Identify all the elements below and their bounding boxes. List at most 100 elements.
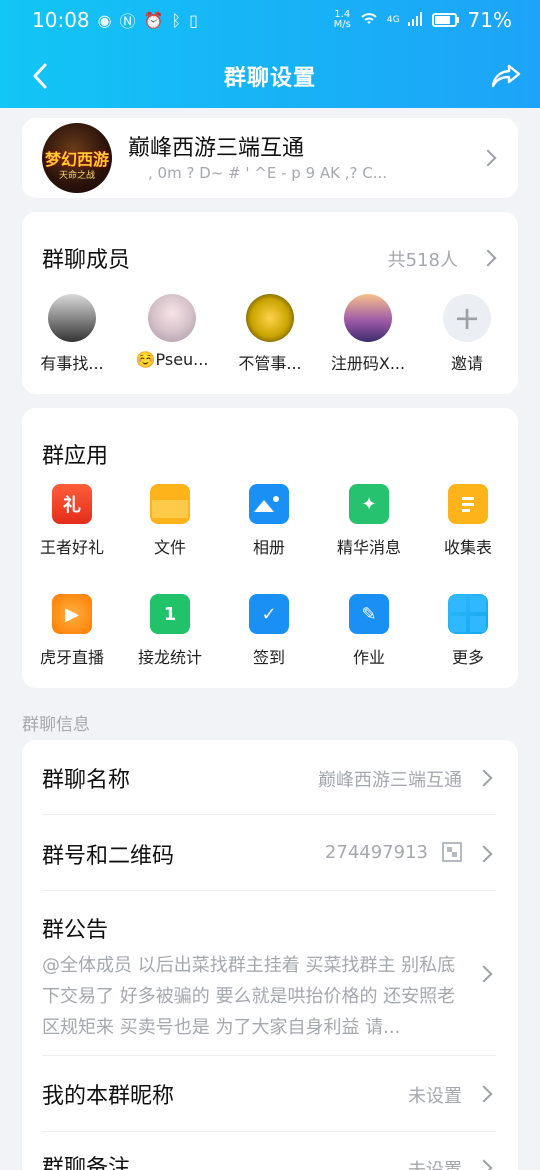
app-item[interactable]: 相册 xyxy=(219,484,319,558)
info-section-label: 群聊信息 xyxy=(22,715,90,735)
avatar xyxy=(148,294,196,342)
chevron-right-icon[interactable] xyxy=(479,249,497,267)
nfc-icon: Ⓝ xyxy=(119,12,136,31)
chevron-right-icon xyxy=(475,845,493,863)
divider xyxy=(42,890,496,891)
app-item[interactable]: 更多 xyxy=(418,594,518,668)
app-label: 接龙统计 xyxy=(137,648,202,667)
back-button[interactable] xyxy=(26,58,54,94)
row-group-name[interactable]: 群聊名称 巅峰西游三端互通 xyxy=(42,762,496,796)
page-title: 群聊设置 xyxy=(223,66,316,91)
row-value: 未设置 xyxy=(408,1086,462,1107)
app-label: 王者好礼 xyxy=(39,538,104,557)
checkin-icon: ✓ xyxy=(249,594,289,634)
row-value: 未设置 xyxy=(408,1156,462,1170)
more-icon xyxy=(448,594,488,634)
row-value: 巅峰西游三端互通 xyxy=(318,770,462,791)
row-label: 群聊名称 xyxy=(42,768,131,793)
member-name: 注册码X... xyxy=(330,354,406,373)
member-item[interactable]: 有事找... xyxy=(32,294,112,374)
chevron-right-icon xyxy=(475,769,493,787)
divider xyxy=(42,1055,496,1056)
app-item[interactable]: ✦ 精华消息 xyxy=(319,484,419,558)
group-profile-card[interactable]: 梦幻西游 天命之战 巅峰西游三端互通 , 0m ? D~ # ' ^E - p … xyxy=(22,118,518,198)
app-item[interactable]: 收集表 xyxy=(418,484,518,558)
app-item[interactable]: 1 接龙统计 xyxy=(120,594,220,668)
app-item[interactable]: ▶ 虎牙直播 xyxy=(22,594,122,668)
member-item[interactable]: ☺️Pseu... xyxy=(132,294,212,369)
members-count[interactable]: 共518人 xyxy=(388,246,458,272)
row-announcement[interactable]: 群公告 @全体成员 以后出菜找群主挂着 买菜找群主 别私底下交易了 好多被骗的 … xyxy=(42,912,496,1052)
folder-icon xyxy=(150,484,190,524)
app-label: 收集表 xyxy=(443,538,492,557)
wifi-icon xyxy=(359,10,379,30)
app-label: 文件 xyxy=(153,538,186,557)
chevron-right-icon xyxy=(479,149,497,167)
chain-icon: 1 xyxy=(150,594,190,634)
network-type: 4G xyxy=(386,15,400,25)
row-group-number[interactable]: 群号和二维码 274497913 xyxy=(42,838,496,872)
app-label: 更多 xyxy=(451,648,484,667)
row-label: 群公告 xyxy=(42,918,109,943)
member-item[interactable]: 不管事... xyxy=(230,294,310,374)
avatar-logo-sub: 天命之战 xyxy=(58,171,95,181)
chevron-right-icon xyxy=(475,965,493,983)
essence-icon: ✦ xyxy=(349,484,389,524)
battery-icon xyxy=(431,8,460,32)
members-title: 群聊成员 xyxy=(42,248,131,273)
top-bar: 10:08 ◉ Ⓝ ⏰ ᛒ ▯ 1.4 M/s 4G 71% 群聊设置 xyxy=(0,0,540,108)
row-label: 我的本群昵称 xyxy=(42,1084,175,1109)
speed-unit: M/s xyxy=(333,19,351,30)
row-label: 群聊备注 xyxy=(42,1156,131,1170)
qr-code-icon xyxy=(442,842,462,862)
invite-label: 邀请 xyxy=(450,354,483,373)
row-group-remark[interactable]: 群聊备注 未设置 xyxy=(42,1150,496,1170)
app-item[interactable]: 礼 王者好礼 xyxy=(22,484,122,558)
avatar xyxy=(344,294,392,342)
app-label: 作业 xyxy=(352,648,385,667)
member-name: 不管事... xyxy=(238,354,302,373)
app-label: 虎牙直播 xyxy=(39,648,104,667)
row-value: 274497913 xyxy=(324,842,428,863)
gift-icon: 礼 xyxy=(52,484,92,524)
group-apps-card: 群应用 礼 王者好礼 文件 相册 ✦ 精华消息 收集表 ▶ 虎牙直播 1 接龙统… xyxy=(22,408,518,688)
app-item[interactable]: ✓ 签到 xyxy=(219,594,319,668)
group-avatar: 梦幻西游 天命之战 xyxy=(42,123,112,193)
alarm-icon: ⏰ xyxy=(143,10,164,30)
group-description: , 0m ? D~ # ' ^E - p 9 AK ,? C... xyxy=(148,164,388,182)
share-icon xyxy=(491,64,521,88)
nav-bar: 群聊设置 xyxy=(0,54,540,98)
status-bar: 10:08 ◉ Ⓝ ⏰ ᛒ ▯ 1.4 M/s 4G 71% xyxy=(32,8,512,32)
member-name: 有事找... xyxy=(40,354,104,373)
status-time: 10:08 xyxy=(32,8,90,32)
huya-icon: ▶ xyxy=(52,594,92,634)
divider xyxy=(42,1131,496,1132)
app-item[interactable]: 文件 xyxy=(120,484,220,558)
album-icon xyxy=(249,484,289,524)
member-name: ☺️Pseu... xyxy=(135,350,209,369)
divider xyxy=(42,814,496,815)
battery-percent: 71% xyxy=(467,8,512,32)
group-name: 巅峰西游三端互通 xyxy=(128,136,305,161)
app-label: 精华消息 xyxy=(336,538,401,557)
invite-button[interactable]: + 邀请 xyxy=(427,294,507,374)
member-item[interactable]: 注册码X... xyxy=(328,294,408,374)
vibrate-icon: ▯ xyxy=(189,10,198,30)
announcement-text: @全体成员 以后出菜找群主挂着 买菜找群主 别私底下交易了 好多被骗的 要么就是… xyxy=(42,955,456,1038)
share-button[interactable] xyxy=(488,58,524,94)
row-label: 群号和二维码 xyxy=(42,844,175,869)
members-card: 群聊成员 共518人 有事找... ☺️Pseu... 不管事... 注册码X.… xyxy=(22,212,518,394)
row-my-nickname[interactable]: 我的本群昵称 未设置 xyxy=(42,1078,496,1112)
app-item[interactable]: ✎ 作业 xyxy=(319,594,419,668)
chevron-left-icon xyxy=(33,63,47,89)
avatar-logo-text: 梦幻西游 xyxy=(44,150,109,169)
group-info-card: 群聊名称 巅峰西游三端互通 群号和二维码 274497913 群公告 @全体成员… xyxy=(22,740,518,1170)
app-label: 签到 xyxy=(252,648,285,667)
chevron-right-icon xyxy=(475,1159,493,1170)
avatar xyxy=(246,294,294,342)
network-speed: 1.4 M/s xyxy=(334,10,351,30)
apps-title: 群应用 xyxy=(42,444,109,469)
signal-icon xyxy=(407,11,424,30)
chevron-right-icon xyxy=(475,1085,493,1103)
app-label: 相册 xyxy=(252,538,285,557)
